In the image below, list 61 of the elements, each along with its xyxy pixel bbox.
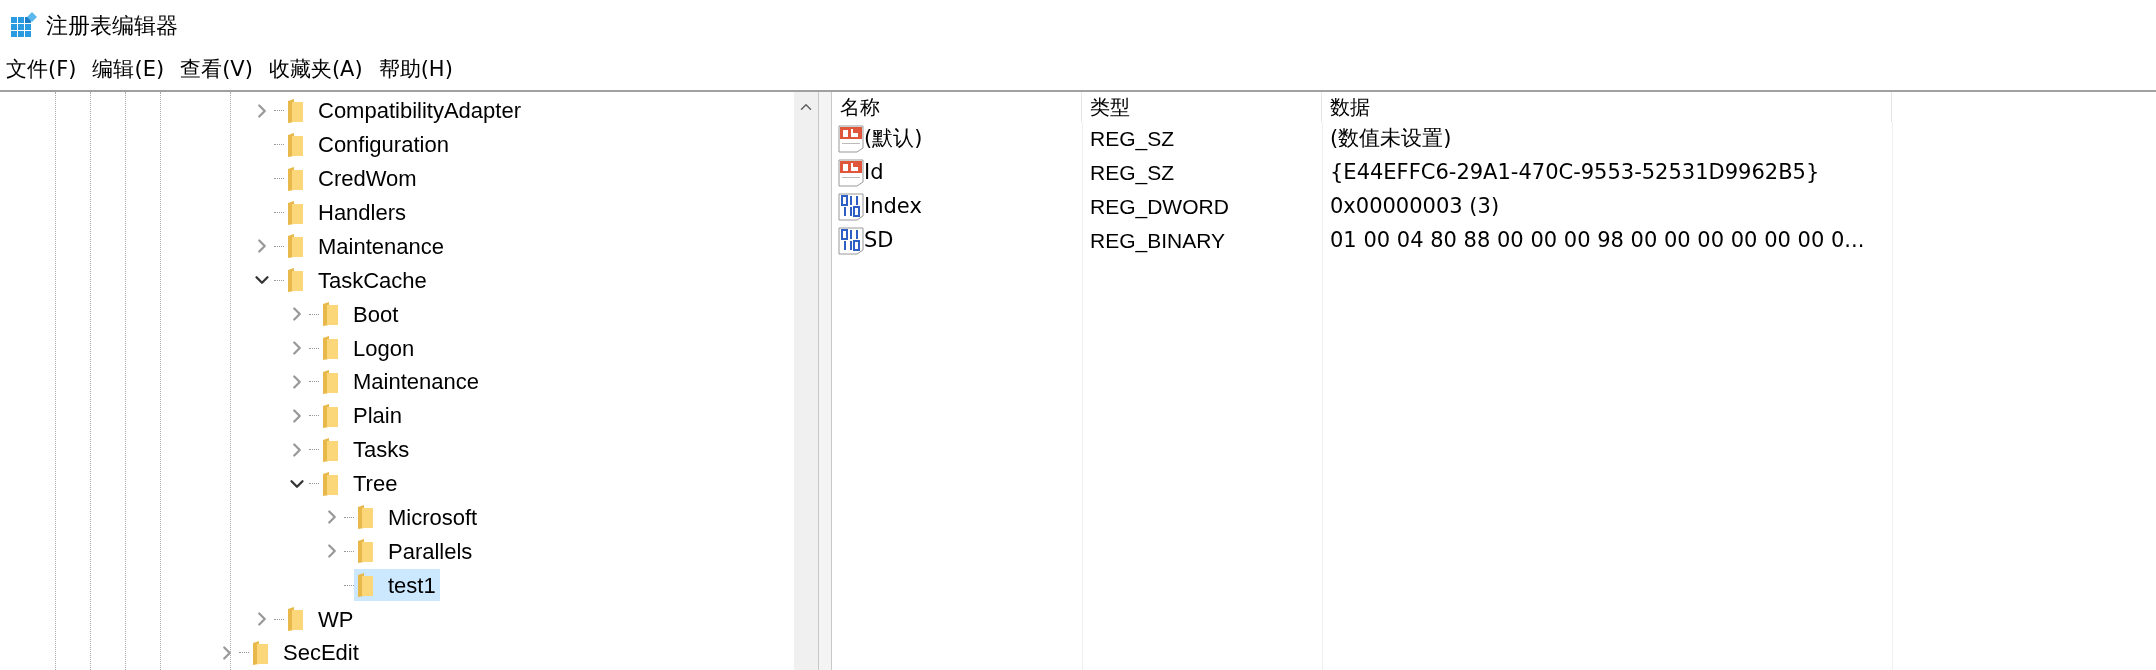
tree-item[interactable]: Tree: [319, 467, 402, 500]
folder-icon: [356, 504, 374, 531]
window-title: 注册表编辑器: [46, 11, 178, 40]
folder-icon: [286, 267, 304, 294]
folder-icon: [321, 402, 339, 429]
tree-item[interactable]: Logon: [319, 332, 419, 365]
tree-item[interactable]: Tasks: [319, 433, 414, 466]
value-name[interactable]: (默认): [864, 123, 923, 155]
binary-value-icon: [838, 227, 864, 255]
registry-grid-icon: [10, 11, 38, 39]
column-header[interactable]: 名称: [832, 92, 1082, 122]
folder-icon: [286, 165, 304, 192]
folder-icon: [321, 470, 339, 497]
value-type: REG_DWORD: [1089, 194, 1230, 221]
folder-icon: [321, 436, 339, 463]
folder-icon: [286, 233, 304, 260]
folder-icon: [251, 639, 269, 666]
tree-item[interactable]: CredWom: [284, 162, 421, 195]
menu-item[interactable]: 文件(F): [4, 54, 79, 86]
folder-icon: [356, 572, 374, 599]
string-value-icon: [838, 159, 864, 187]
folder-icon: [286, 199, 304, 226]
scrollbar[interactable]: [794, 92, 818, 670]
folder-icon: [286, 131, 304, 158]
value-type: REG_BINARY: [1089, 228, 1226, 255]
tree-item[interactable]: TaskCache: [284, 264, 431, 297]
value-data: 01 00 04 80 88 00 00 00 98 00 00 00 00 00 00 0...: [1329, 227, 1866, 255]
tree-item[interactable]: Maintenance: [319, 365, 483, 398]
value-name[interactable]: Index: [864, 191, 922, 223]
tree-item[interactable]: Boot: [319, 298, 403, 331]
tree-item[interactable]: Maintenance: [284, 230, 448, 263]
folder-icon: [321, 301, 339, 328]
tree-item[interactable]: Microsoft: [354, 501, 482, 534]
folder-icon: [286, 97, 304, 124]
tree-item[interactable]: test1: [354, 569, 440, 602]
string-value-icon: [838, 125, 864, 153]
value-data: 0x00000003 (3): [1329, 193, 1501, 221]
tree-item[interactable]: Configuration: [284, 128, 453, 161]
folder-icon: [321, 335, 339, 362]
menu-item[interactable]: 帮助(H): [376, 54, 455, 86]
value-name[interactable]: SD: [864, 225, 894, 257]
tree-item[interactable]: Plain: [319, 399, 406, 432]
tree-item[interactable]: SecEdit: [249, 636, 363, 669]
value-name[interactable]: Id: [864, 157, 884, 189]
folder-icon: [356, 538, 374, 565]
column-header[interactable]: 类型: [1082, 92, 1322, 122]
binary-value-icon: [838, 193, 864, 221]
tree-item[interactable]: WP: [284, 603, 358, 636]
value-type: REG_SZ: [1089, 126, 1176, 153]
tree-item[interactable]: Parallels: [354, 535, 477, 568]
value-type: REG_SZ: [1089, 160, 1176, 187]
menu-item[interactable]: 编辑(E): [90, 54, 167, 86]
value-data: (数值未设置): [1329, 125, 1453, 153]
tree-item[interactable]: CompatibilityAdapter: [284, 94, 525, 127]
value-data: {E44EFFC6-29A1-470C-9553-52531D9962B5}: [1329, 159, 1821, 187]
folder-icon: [321, 368, 339, 395]
menu-item[interactable]: 收藏夹(A): [266, 54, 365, 86]
column-header[interactable]: 数据: [1322, 92, 1892, 122]
menu-item[interactable]: 查看(V): [178, 54, 255, 86]
folder-icon: [286, 606, 304, 633]
tree-item[interactable]: Handlers: [284, 196, 411, 229]
